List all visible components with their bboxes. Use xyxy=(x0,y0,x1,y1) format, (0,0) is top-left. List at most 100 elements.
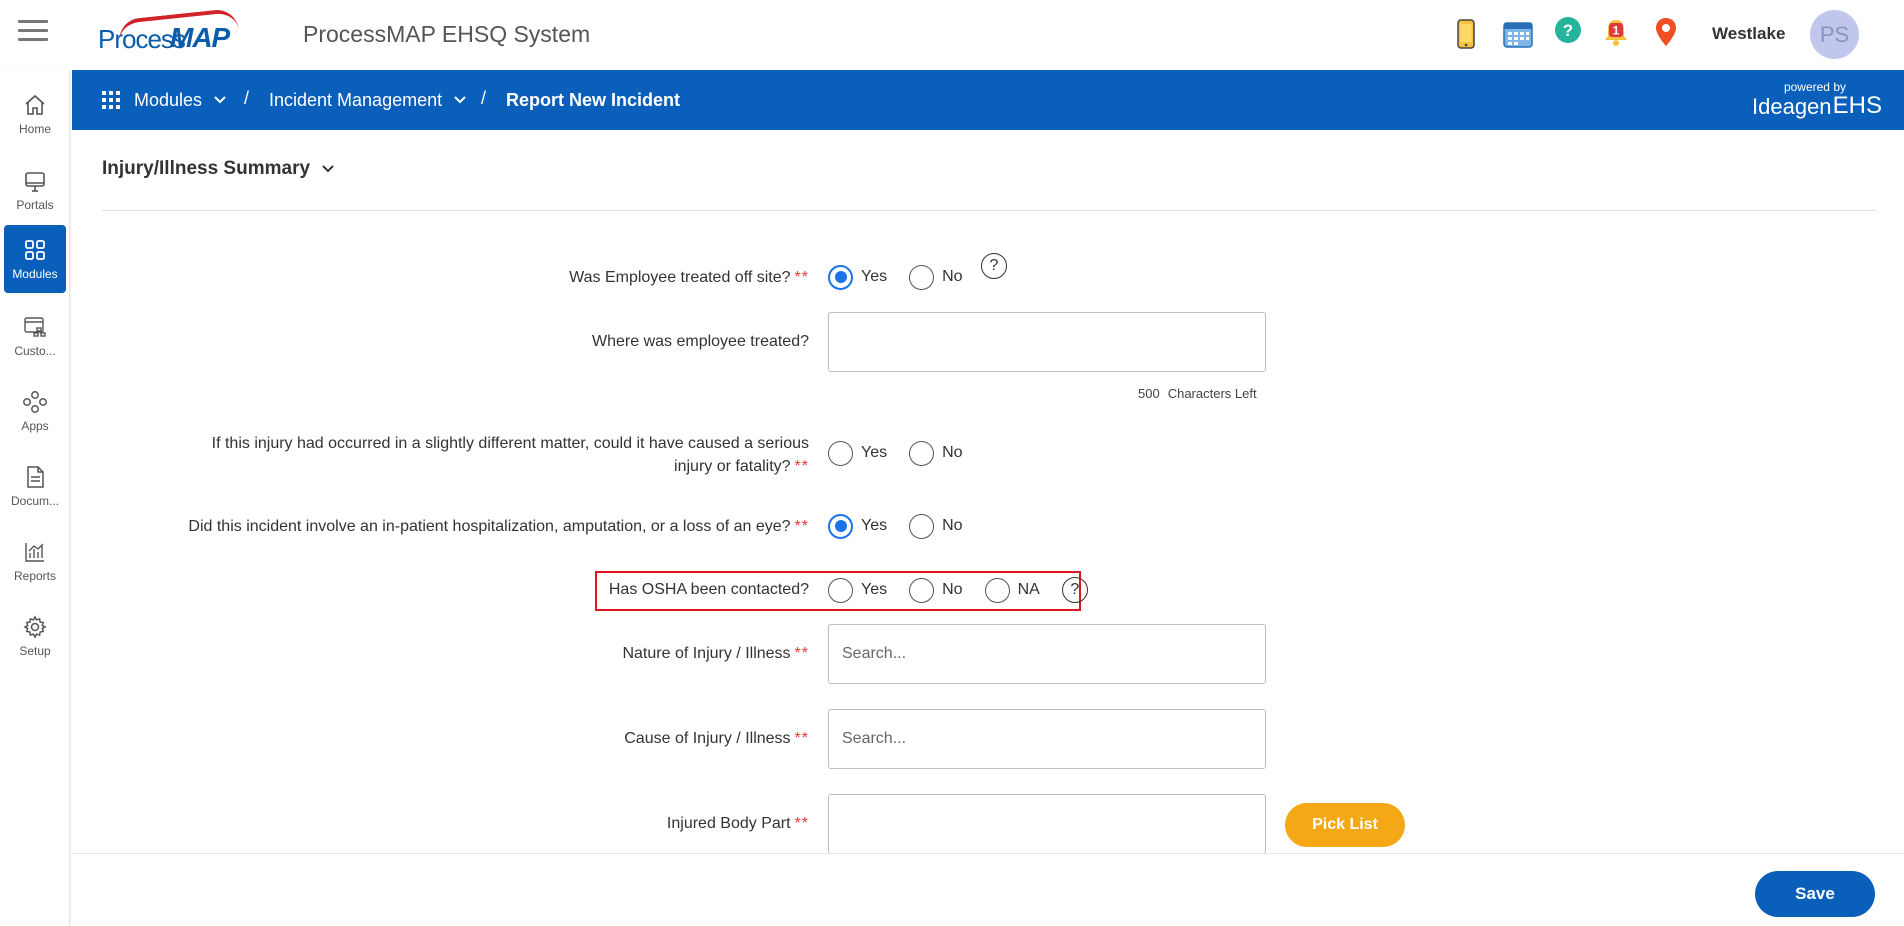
sidebar-item-portals[interactable]: Portals xyxy=(4,157,66,225)
serious-injury-label: If this injury had occurred in a slightl… xyxy=(212,432,809,478)
where-treated-textarea[interactable] xyxy=(828,312,1266,372)
sidebar-item-documents[interactable]: Docum... xyxy=(4,452,66,520)
where-treated-label: Where was employee treated? xyxy=(592,330,809,353)
app-title: ProcessMAP EHSQ System xyxy=(303,21,591,47)
characters-left-counter: 500 Characters Left xyxy=(1138,386,1257,401)
injured-body-part-label-text: Injured Body Part xyxy=(666,815,791,832)
section-divider xyxy=(102,210,1876,211)
sidebar-item-custom[interactable]: Custo... xyxy=(4,302,66,370)
hospitalization-no-radio[interactable]: No xyxy=(909,513,963,539)
svg-text:?: ? xyxy=(1563,21,1573,40)
treated-offsite-radio-group: Yes No xyxy=(828,263,985,291)
osha-contacted-label: Has OSHA been contacted? xyxy=(609,578,809,601)
sidebar-item-setup[interactable]: Setup xyxy=(4,602,66,670)
notification-bell-icon[interactable]: 1 xyxy=(1596,12,1636,52)
radio-label: Yes xyxy=(861,581,888,598)
ideagen-brand-text: Ideagen xyxy=(1752,94,1832,119)
treated-offsite-label-text: Was Employee treated off site? xyxy=(569,269,791,286)
radio-label: Yes xyxy=(861,268,888,285)
serious-injury-no-radio[interactable]: No xyxy=(909,440,963,466)
injured-body-part-input[interactable] xyxy=(828,794,1266,854)
required-marker: ** xyxy=(794,645,809,662)
hospitalization-label: Did this incident involve an in-patient … xyxy=(188,515,809,538)
ehs-brand-text: EHS xyxy=(1832,92,1882,119)
chevron-down-icon xyxy=(214,96,226,104)
treated-offsite-yes-radio[interactable]: Yes xyxy=(828,264,888,290)
treated-offsite-no-radio[interactable]: No xyxy=(909,264,963,290)
breadcrumb-separator: / xyxy=(481,88,487,108)
breadcrumb-incident-management[interactable]: Incident Management xyxy=(269,70,466,130)
sidebar-item-reports[interactable]: Reports xyxy=(4,527,66,595)
radio-label: No xyxy=(942,517,963,534)
apps-icon xyxy=(23,390,47,413)
osha-na-radio[interactable]: NA xyxy=(984,577,1040,603)
breadcrumb-bar: Modules / Incident Management / Report N… xyxy=(72,70,1904,130)
injured-body-part-label: Injured Body Part ** xyxy=(667,812,809,835)
user-avatar[interactable]: PS xyxy=(1810,10,1859,59)
help-question-icon[interactable]: ? xyxy=(981,253,1007,279)
nature-of-injury-label: Nature of Injury / Illness ** xyxy=(622,642,809,665)
chars-left-count: 500 xyxy=(1138,386,1160,401)
serious-injury-label-line2: injury or fatality? xyxy=(674,458,791,475)
chevron-down-icon xyxy=(454,96,466,104)
breadcrumb-current-label: Report New Incident xyxy=(506,89,681,110)
user-name[interactable]: Westlake xyxy=(1712,24,1785,44)
where-treated-label-text: Where was employee treated? xyxy=(592,333,809,350)
custom-icon xyxy=(24,316,46,337)
save-button[interactable]: Save xyxy=(1755,871,1875,917)
mobile-icon[interactable] xyxy=(1446,14,1486,54)
sidebar-item-modules[interactable]: Modules xyxy=(4,225,66,293)
radio-label: No xyxy=(942,581,963,598)
sidebar-item-apps[interactable]: Apps xyxy=(4,377,66,445)
calendar-icon[interactable] xyxy=(1498,14,1538,54)
sidebar-item-label: Apps xyxy=(21,418,49,433)
sidebar-item-label: Custo... xyxy=(14,343,56,358)
breadcrumb-modules-label: Modules xyxy=(134,89,203,110)
grid-icon xyxy=(25,239,45,260)
cause-of-injury-label: Cause of Injury / Illness ** xyxy=(624,727,809,750)
monitor-icon xyxy=(25,171,45,192)
sidebar-item-label: Docum... xyxy=(10,493,59,508)
hospitalization-radio-group: Yes No xyxy=(828,512,985,540)
sidebar-item-label: Modules xyxy=(12,266,58,281)
osha-contacted-label-text: Has OSHA been contacted? xyxy=(608,581,809,598)
radio-label: Yes xyxy=(861,517,888,534)
help-question-icon[interactable]: ? xyxy=(1061,577,1088,603)
required-marker: ** xyxy=(794,815,809,832)
top-header: Process MAP ProcessMAP EHSQ System ? 1 W… xyxy=(0,0,1904,70)
notification-count: 1 xyxy=(1613,24,1620,38)
nature-of-injury-search-input[interactable] xyxy=(828,624,1266,684)
osha-no-radio[interactable]: No xyxy=(909,577,963,603)
osha-contacted-radio-group: Yes No NA ? xyxy=(828,576,1088,604)
gear-icon xyxy=(23,614,47,639)
location-pin-icon[interactable] xyxy=(1646,12,1686,52)
footer-bar xyxy=(72,853,1904,926)
chevron-down-icon xyxy=(322,165,334,173)
document-icon xyxy=(27,465,44,488)
section-title-text: Injury/Illness Summary xyxy=(102,158,311,179)
serious-injury-yes-radio[interactable]: Yes xyxy=(828,440,887,466)
chart-icon xyxy=(25,542,44,562)
breadcrumb-modules[interactable]: Modules xyxy=(102,70,226,130)
hamburger-menu-icon[interactable] xyxy=(18,20,48,42)
section-title-injury-summary[interactable]: Injury/Illness Summary xyxy=(102,158,334,180)
breadcrumb-current: Report New Incident xyxy=(506,70,680,130)
hospitalization-yes-radio[interactable]: Yes xyxy=(828,513,888,539)
pick-list-button[interactable]: Pick List xyxy=(1285,803,1405,847)
cause-of-injury-label-text: Cause of Injury / Illness xyxy=(624,730,791,747)
help-icon[interactable]: ? xyxy=(1548,10,1588,50)
powered-by-ideagen-logo: powered by Ideagen EHS xyxy=(1752,80,1882,120)
osha-yes-radio[interactable]: Yes xyxy=(828,577,888,603)
required-marker: ** xyxy=(794,730,809,747)
sidebar-item-label: Home xyxy=(18,121,51,136)
left-sidebar: Home Portals Modules Custo... Apps Docum… xyxy=(0,70,70,926)
treated-offsite-label: Was Employee treated off site? ** xyxy=(569,266,809,289)
sidebar-item-home[interactable]: Home xyxy=(4,80,66,148)
nature-of-injury-label-text: Nature of Injury / Illness xyxy=(622,645,791,662)
processmap-logo[interactable]: Process MAP xyxy=(98,7,268,54)
cause-of-injury-search-input[interactable] xyxy=(828,709,1266,769)
required-marker: ** xyxy=(794,458,809,475)
home-icon xyxy=(25,94,45,115)
sidebar-item-label: Reports xyxy=(13,568,57,583)
required-marker: ** xyxy=(794,518,809,535)
